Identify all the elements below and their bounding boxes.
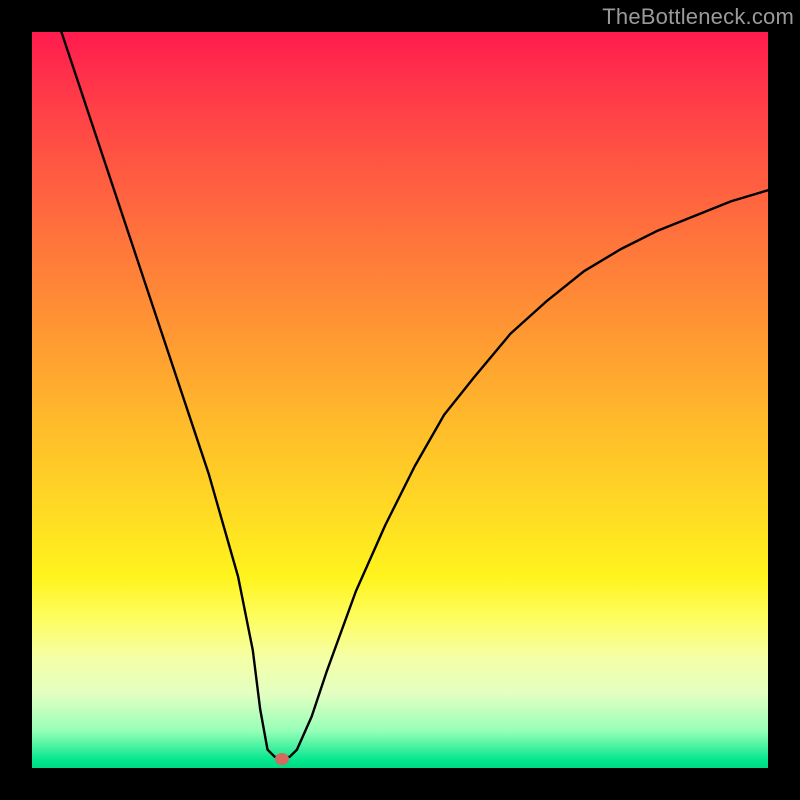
curve-path [61,32,768,757]
plot-area [32,32,768,768]
optimum-marker [275,753,289,765]
chart-frame: TheBottleneck.com [0,0,800,800]
watermark-text: TheBottleneck.com [602,4,794,30]
bottleneck-curve [32,32,768,768]
